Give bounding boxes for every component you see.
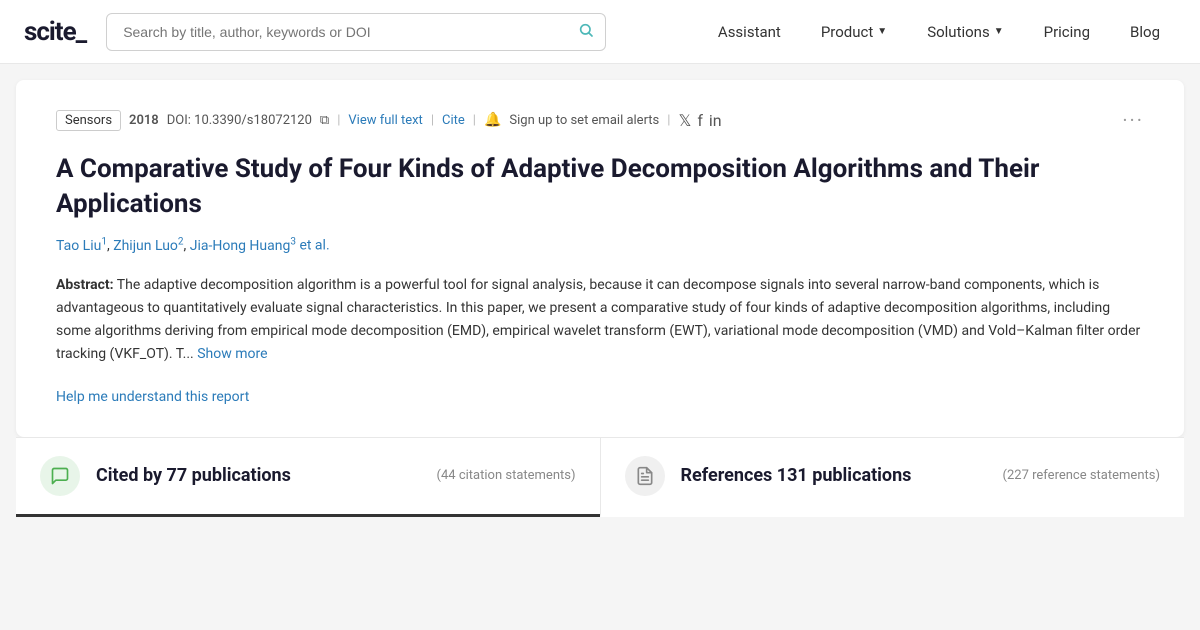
references-icon — [625, 456, 665, 496]
et-al-link[interactable]: et al. — [299, 238, 329, 254]
search-wrap — [106, 13, 606, 51]
more-options-button[interactable]: ··· — [1122, 108, 1144, 132]
chevron-down-icon: ▼ — [994, 26, 1004, 37]
nav-item-assistant[interactable]: Assistant — [702, 15, 797, 49]
twitter-icon[interactable]: 𝕏 — [678, 111, 691, 130]
separator: | — [337, 113, 340, 128]
cited-by-tab[interactable]: Cited by 77 publications (44 citation st… — [16, 438, 600, 517]
chevron-down-icon: ▼ — [877, 26, 887, 37]
social-icons: 𝕏 f in — [678, 111, 721, 130]
search-icon — [578, 22, 594, 42]
references-count: References 131 publications — [681, 465, 912, 487]
paper-doi: DOI: 10.3390/s18072120 — [167, 113, 312, 128]
authors: Tao Liu1, Zhijun Luo2, Jia-Hong Huang3 e… — [56, 236, 1144, 254]
abstract: Abstract: The adaptive decomposition alg… — [56, 274, 1144, 366]
author-1-link[interactable]: Tao Liu1 — [56, 238, 107, 254]
separator: | — [473, 113, 476, 128]
linkedin-icon[interactable]: in — [709, 111, 722, 130]
paper-card: Sensors 2018 DOI: 10.3390/s18072120 ⧉ | … — [16, 80, 1184, 437]
nav-links: Assistant Product ▼ Solutions ▼ Pricing … — [702, 15, 1176, 49]
view-full-text-link[interactable]: View full text — [348, 113, 422, 128]
show-more-link[interactable]: Show more — [197, 346, 267, 362]
nav-item-blog[interactable]: Blog — [1114, 15, 1176, 49]
separator: | — [431, 113, 434, 128]
nav-item-product[interactable]: Product ▼ — [805, 15, 903, 49]
cited-by-sub: (44 citation statements) — [437, 467, 576, 485]
references-sub: (227 reference statements) — [1003, 467, 1160, 485]
navbar: scite_ Assistant Product ▼ Solutions ▼ P… — [0, 0, 1200, 64]
meta-bar: Sensors 2018 DOI: 10.3390/s18072120 ⧉ | … — [56, 108, 1144, 132]
search-input[interactable] — [106, 13, 606, 51]
separator: | — [667, 113, 670, 128]
cited-by-icon — [40, 456, 80, 496]
paper-title: A Comparative Study of Four Kinds of Ada… — [56, 152, 1144, 222]
nav-item-solutions[interactable]: Solutions ▼ — [911, 15, 1019, 49]
references-tab[interactable]: References 131 publications (227 referen… — [600, 438, 1185, 517]
cited-by-count: Cited by 77 publications — [96, 465, 291, 487]
cite-link[interactable]: Cite — [442, 113, 465, 128]
author-2-link[interactable]: Zhijun Luo2 — [113, 238, 183, 254]
author-3-link[interactable]: Jia-Hong Huang3 — [190, 238, 296, 254]
journal-tag: Sensors — [56, 110, 121, 131]
bell-icon: 🔔 — [484, 112, 501, 128]
paper-year: 2018 — [129, 113, 159, 128]
stats-bar: Cited by 77 publications (44 citation st… — [16, 437, 1184, 517]
logo[interactable]: scite_ — [24, 17, 86, 47]
sign-up-text: Sign up to set email alerts — [509, 113, 659, 128]
copy-icon[interactable]: ⧉ — [320, 113, 329, 128]
nav-item-pricing[interactable]: Pricing — [1028, 15, 1106, 49]
help-understand-link[interactable]: Help me understand this report — [56, 389, 249, 405]
facebook-icon[interactable]: f — [697, 111, 703, 130]
